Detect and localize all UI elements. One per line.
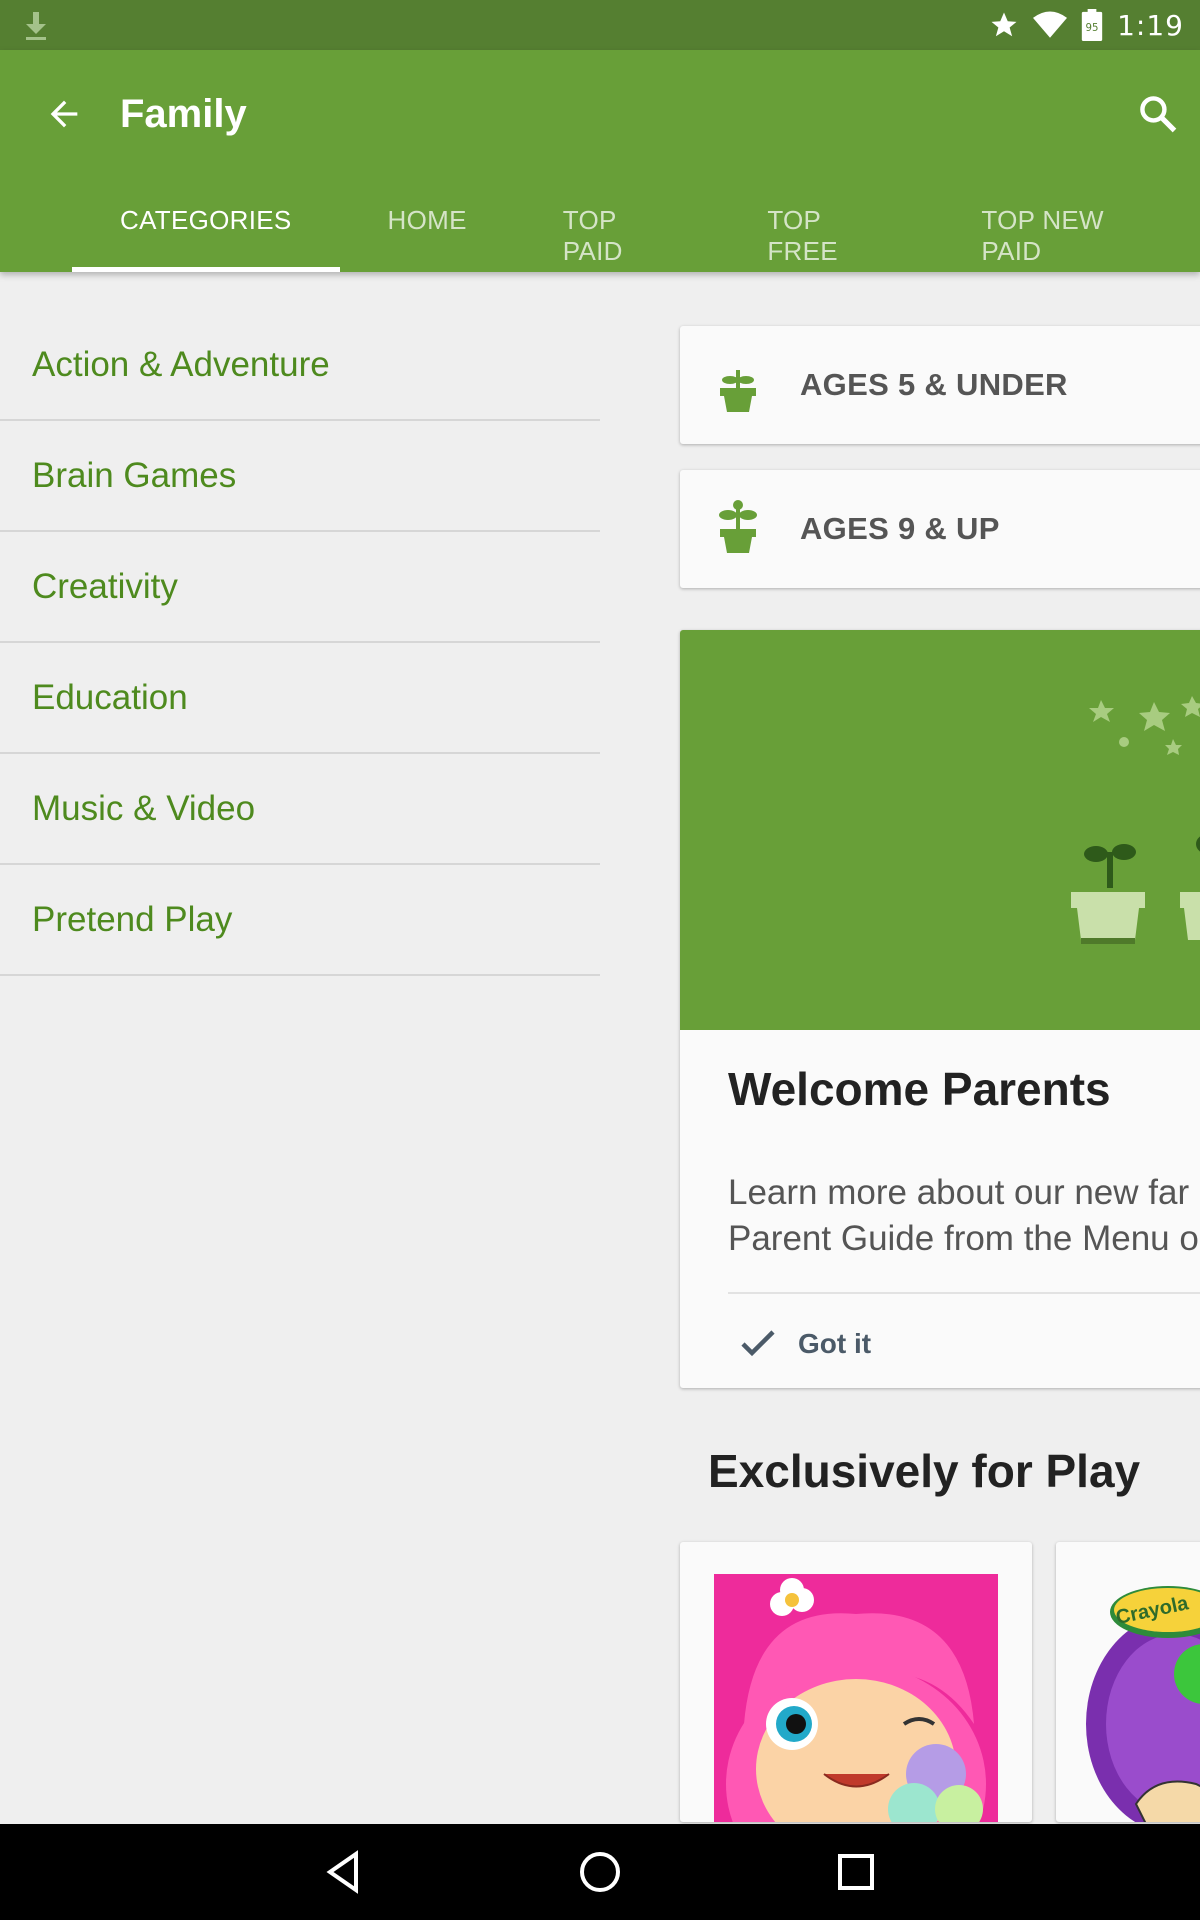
download-icon	[26, 12, 46, 40]
welcome-banner-illustration	[680, 630, 1200, 1030]
recents-nav-icon[interactable]	[832, 1848, 880, 1896]
back-nav-icon[interactable]	[320, 1848, 368, 1896]
welcome-parents-card: Welcome Parents Learn more about our new…	[680, 630, 1200, 1388]
crayola-app-thumbnail: Crayola	[1086, 1574, 1200, 1822]
category-item-education[interactable]: Education	[0, 643, 600, 754]
welcome-body-line: Parent Guide from the Menu o	[728, 1219, 1199, 1258]
age-card-label: AGES 5 & UNDER	[800, 367, 1068, 402]
app-card-girl[interactable]	[680, 1542, 1032, 1822]
section-title: Exclusively for Play	[708, 1445, 1141, 1497]
wifi-icon	[1033, 11, 1068, 38]
divider	[728, 1292, 1200, 1294]
tab-label: CATEGORIES	[120, 205, 292, 235]
svg-text:95: 95	[1086, 23, 1099, 34]
tab-label: TOP FREE	[767, 205, 838, 266]
sprout-small-icon	[720, 370, 756, 412]
tab-categories[interactable]: CATEGORIES	[72, 205, 340, 272]
tab-label: HOME	[387, 205, 467, 235]
tab-top-paid[interactable]: TOP PAID	[515, 205, 720, 272]
got-it-button[interactable]: Got it	[740, 1320, 871, 1368]
sprout-large-icon	[719, 500, 757, 553]
plant-pots-illustration	[1071, 696, 1200, 944]
tab-top-free[interactable]: TOP FREE	[719, 205, 933, 272]
system-nav-bar	[0, 1824, 1200, 1920]
category-item-action-adventure[interactable]: Action & Adventure	[0, 310, 600, 421]
welcome-title: Welcome Parents	[728, 1063, 1111, 1115]
tab-bar: CATEGORIES HOME TOP PAID TOP FREE TOP NE…	[72, 205, 1200, 272]
status-bar: 95 1:19	[0, 0, 1200, 50]
page-title: Family	[120, 92, 247, 136]
age-card-label: AGES 9 & UP	[800, 511, 1000, 546]
age-card-9-up[interactable]: AGES 9 & UP	[680, 470, 1200, 588]
tab-top-new-paid[interactable]: TOP NEW PAID	[933, 205, 1200, 272]
flower-icon	[770, 1578, 814, 1616]
home-nav-icon[interactable]	[576, 1848, 624, 1896]
category-item-creativity[interactable]: Creativity	[0, 532, 600, 643]
clock: 1:19	[1117, 8, 1184, 42]
category-list: Action & Adventure Brain Games Creativit…	[0, 310, 600, 976]
tab-label: TOP NEW PAID	[981, 205, 1104, 266]
app-bar: Family CATEGORIES HOME TOP PAID TOP FREE…	[0, 50, 1200, 272]
star-icon	[991, 12, 1017, 37]
welcome-body-line: Learn more about our new far	[728, 1173, 1190, 1212]
category-item-brain-games[interactable]: Brain Games	[0, 421, 600, 532]
tab-home[interactable]: HOME	[340, 205, 515, 272]
got-it-label: Got it	[798, 1328, 872, 1359]
category-item-music-video[interactable]: Music & Video	[0, 754, 600, 865]
search-icon[interactable]	[1136, 92, 1180, 136]
age-card-5-under[interactable]: AGES 5 & UNDER	[680, 326, 1200, 444]
tab-indicator	[72, 267, 340, 272]
checkmark-icon	[741, 1330, 775, 1357]
battery-icon: 95	[1081, 9, 1103, 41]
app-card-crayola[interactable]: Crayola	[1056, 1542, 1200, 1822]
girl-app-thumbnail	[714, 1574, 998, 1822]
category-item-pretend-play[interactable]: Pretend Play	[0, 865, 600, 976]
welcome-body: Learn more about our new far Parent Guid…	[728, 1170, 1200, 1262]
tab-label: TOP PAID	[562, 205, 623, 266]
back-arrow-icon[interactable]	[44, 94, 84, 134]
